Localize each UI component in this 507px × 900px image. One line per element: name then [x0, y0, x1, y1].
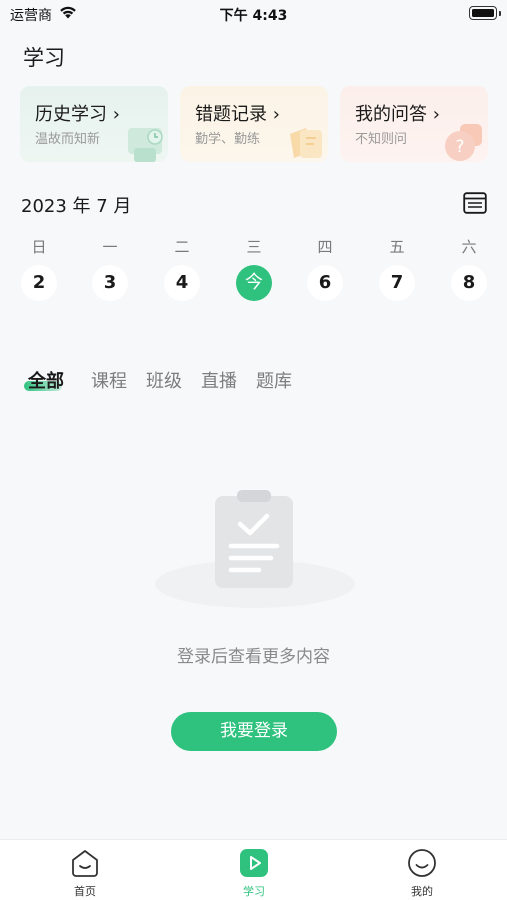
tab-classes[interactable]: 班级 — [146, 367, 182, 393]
tab-courses[interactable]: 课程 — [91, 367, 127, 393]
card-subtitle: 勤学、勤练 — [195, 132, 261, 147]
history-learning-card[interactable]: 历史学习 › 温故而知新 — [20, 86, 168, 162]
nav-item-mine[interactable]: 我的 — [372, 840, 472, 900]
page-title: 学习 — [23, 46, 65, 70]
nav-item-study[interactable]: 学习 — [204, 840, 304, 900]
calendar-day-today[interactable]: 今 — [236, 265, 272, 301]
weekday-label: 五 — [389, 238, 405, 256]
nav-label: 学习 — [243, 885, 265, 898]
status-bar: 运营商 下午 4:43 — [0, 0, 507, 28]
nav-label: 我的 — [411, 885, 433, 898]
bottom-nav: 首页 学习 我的 — [0, 839, 507, 900]
play-icon — [239, 848, 269, 882]
history-clock-icon — [124, 124, 166, 162]
calendar-day[interactable]: 6 — [307, 265, 343, 301]
calendar-day[interactable]: 4 — [164, 265, 200, 301]
weekday-label: 四 — [317, 238, 333, 256]
card-title: 我的问答 › — [355, 104, 440, 125]
wrong-questions-card[interactable]: 错题记录 › 勤学、勤练 — [180, 86, 328, 162]
calendar-day[interactable]: 8 — [451, 265, 487, 301]
card-title: 错题记录 › — [195, 104, 280, 125]
my-qa-card[interactable]: 我的问答 › 不知则问 ? — [340, 86, 488, 162]
weekday-label: 一 — [102, 238, 118, 256]
tab-live[interactable]: 直播 — [201, 367, 237, 393]
tab-all[interactable]: 全部 — [28, 367, 64, 393]
login-button[interactable]: 我要登录 — [171, 712, 337, 751]
clock: 下午 4:43 — [219, 8, 288, 24]
card-subtitle: 不知则问 — [355, 132, 408, 147]
nav-item-home[interactable]: 首页 — [35, 840, 135, 900]
smiley-icon — [407, 848, 437, 882]
home-icon — [70, 848, 100, 882]
weekday-label: 二 — [174, 238, 190, 256]
calendar-day[interactable]: 3 — [92, 265, 128, 301]
empty-clipboard-icon — [155, 488, 355, 616]
calendar-month-label: 2023 年 7 月 — [21, 196, 132, 217]
nav-label: 首页 — [74, 885, 96, 898]
weekday-label: 三 — [246, 238, 262, 256]
card-title: 历史学习 › — [35, 104, 120, 125]
svg-text:?: ? — [455, 137, 464, 157]
weekday-label: 六 — [461, 238, 477, 256]
tab-question-bank[interactable]: 题库 — [256, 367, 292, 393]
empty-state-message: 登录后查看更多内容 — [177, 647, 330, 667]
weekday-label: 日 — [31, 238, 47, 256]
calendar-day[interactable]: 7 — [379, 265, 415, 301]
calendar-day[interactable]: 2 — [21, 265, 57, 301]
battery-icon — [469, 6, 501, 20]
card-subtitle: 温故而知新 — [35, 132, 101, 147]
question-bubble-icon: ? — [442, 120, 486, 162]
notebook-icon — [284, 122, 326, 162]
calendar-list-icon[interactable] — [463, 192, 487, 214]
